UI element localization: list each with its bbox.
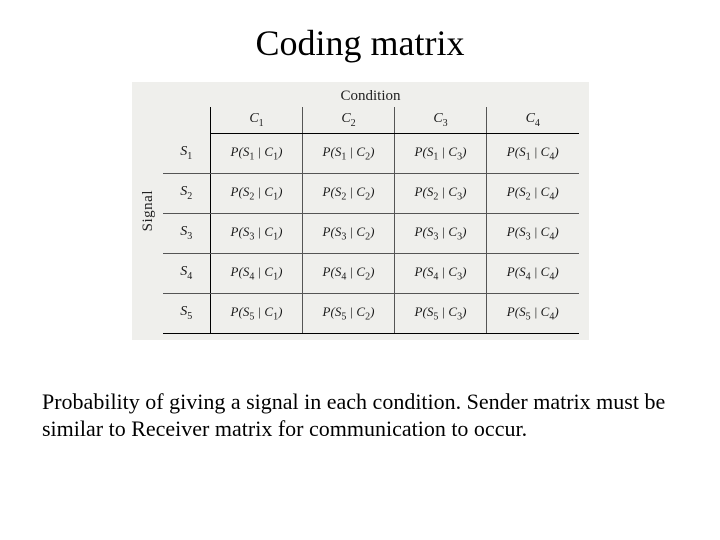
cell: P(S2 | C3) [395, 173, 487, 213]
row-header: S2 [163, 173, 211, 213]
table-row: S1 P(S1 | C1) P(S1 | C2) P(S1 | C3) P(S1… [163, 133, 579, 173]
row-header: S1 [163, 133, 211, 173]
cell: P(S3 | C4) [487, 213, 579, 253]
col-header: C4 [487, 107, 579, 133]
cell: P(S4 | C3) [395, 253, 487, 293]
column-axis-label: Condition [163, 88, 579, 107]
cell: P(S2 | C1) [211, 173, 303, 213]
table-area: Condition C1 C2 C3 C4 S1 P(S1 | C1) P(S1… [163, 88, 579, 334]
table-row: S3 P(S3 | C1) P(S3 | C2) P(S3 | C3) P(S3… [163, 213, 579, 253]
column-header-row: C1 C2 C3 C4 [163, 107, 579, 133]
cell: P(S2 | C4) [487, 173, 579, 213]
table-row: S5 P(S5 | C1) P(S5 | C2) P(S5 | C3) P(S5… [163, 293, 579, 333]
table-row: S4 P(S4 | C1) P(S4 | C2) P(S4 | C3) P(S4… [163, 253, 579, 293]
row-header: S3 [163, 213, 211, 253]
cell: P(S1 | C2) [303, 133, 395, 173]
cell: P(S1 | C1) [211, 133, 303, 173]
col-header: C3 [395, 107, 487, 133]
cell: P(S1 | C4) [487, 133, 579, 173]
table-row: S2 P(S2 | C1) P(S2 | C2) P(S2 | C3) P(S2… [163, 173, 579, 213]
cell: P(S5 | C4) [487, 293, 579, 333]
cell: P(S1 | C3) [395, 133, 487, 173]
cell: P(S5 | C2) [303, 293, 395, 333]
figure-wrap: Signal Condition C1 C2 C3 C4 S1 P(S1 | C… [42, 82, 678, 340]
col-header: C2 [303, 107, 395, 133]
cell: P(S3 | C3) [395, 213, 487, 253]
cell: P(S4 | C1) [211, 253, 303, 293]
cell: P(S3 | C1) [211, 213, 303, 253]
cell: P(S4 | C2) [303, 253, 395, 293]
coding-matrix-figure: Signal Condition C1 C2 C3 C4 S1 P(S1 | C… [132, 82, 589, 340]
caption-text: Probability of giving a signal in each c… [42, 388, 678, 443]
cell: P(S5 | C1) [211, 293, 303, 333]
cell: P(S2 | C2) [303, 173, 395, 213]
page-title: Coding matrix [42, 22, 678, 64]
row-header: S5 [163, 293, 211, 333]
row-header: S4 [163, 253, 211, 293]
cell: P(S5 | C3) [395, 293, 487, 333]
cell: P(S4 | C4) [487, 253, 579, 293]
cell: P(S3 | C2) [303, 213, 395, 253]
col-header: C1 [211, 107, 303, 133]
slide: Coding matrix Signal Condition C1 C2 C3 … [0, 0, 720, 540]
corner-cell [163, 107, 211, 133]
coding-matrix-table: C1 C2 C3 C4 S1 P(S1 | C1) P(S1 | C2) P(S… [163, 107, 579, 334]
row-axis-label: Signal [140, 190, 157, 231]
